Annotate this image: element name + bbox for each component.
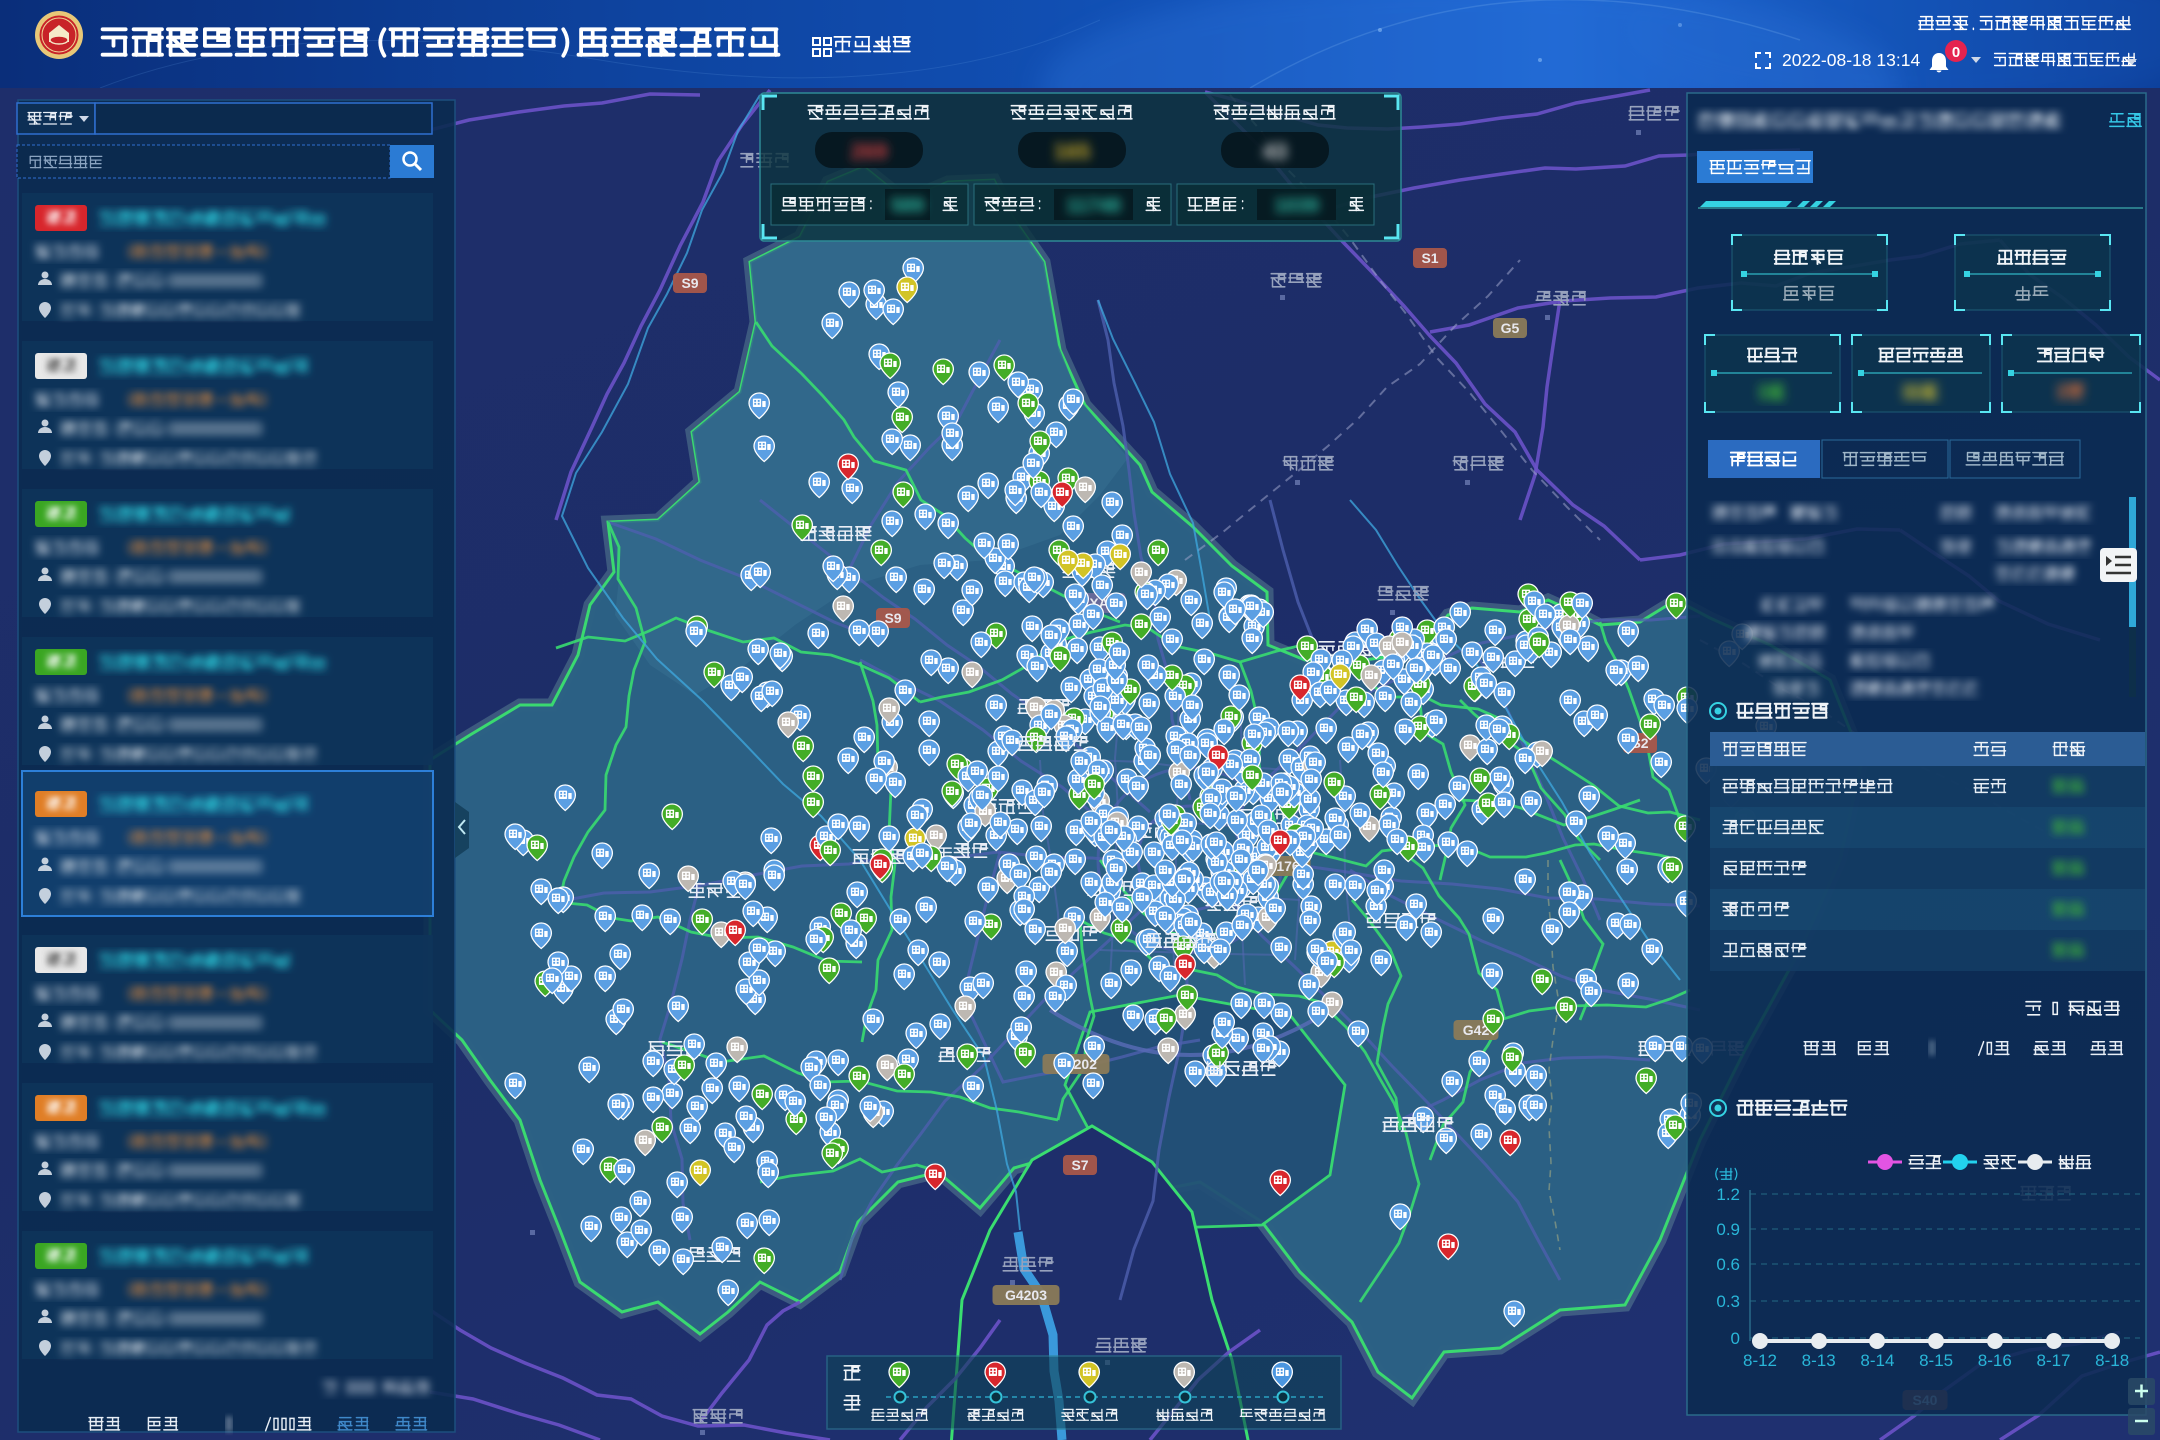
svg-text:0: 0 <box>1952 44 1960 61</box>
svg-text:8-15: 8-15 <box>1919 1351 1953 1370</box>
svg-text:11748: 11748 <box>1066 195 1121 217</box>
svg-text:G4203: G4203 <box>1005 1287 1047 1303</box>
svg-text:G5: G5 <box>1501 320 1520 336</box>
svg-text:8-16: 8-16 <box>1978 1351 2012 1370</box>
svg-text:8-13: 8-13 <box>1802 1351 1836 1370</box>
svg-text:8-18: 8-18 <box>2095 1351 2129 1370</box>
svg-text:0.6: 0.6 <box>1716 1255 1740 1274</box>
svg-text:269: 269 <box>851 139 888 164</box>
svg-text:0: 0 <box>1731 1329 1740 1348</box>
svg-text:2022-08-18 13:14: 2022-08-18 13:14 <box>1782 50 1920 70</box>
svg-text:8-12: 8-12 <box>1743 1351 1777 1370</box>
svg-text:165: 165 <box>1054 139 1091 164</box>
svg-text:0.9: 0.9 <box>1716 1220 1740 1239</box>
svg-text:S9: S9 <box>681 275 698 291</box>
svg-text:1.2: 1.2 <box>1716 1185 1740 1204</box>
svg-text:S7: S7 <box>1071 1157 1088 1173</box>
svg-text:8-14: 8-14 <box>1860 1351 1894 1370</box>
svg-text:0.3: 0.3 <box>1716 1292 1740 1311</box>
svg-text:43: 43 <box>1263 139 1287 164</box>
svg-text:1039: 1039 <box>1274 195 1319 217</box>
svg-text:589: 589 <box>891 195 924 217</box>
svg-text:S1: S1 <box>1421 250 1438 266</box>
svg-text:S9: S9 <box>884 610 901 626</box>
svg-text:8-17: 8-17 <box>2036 1351 2070 1370</box>
